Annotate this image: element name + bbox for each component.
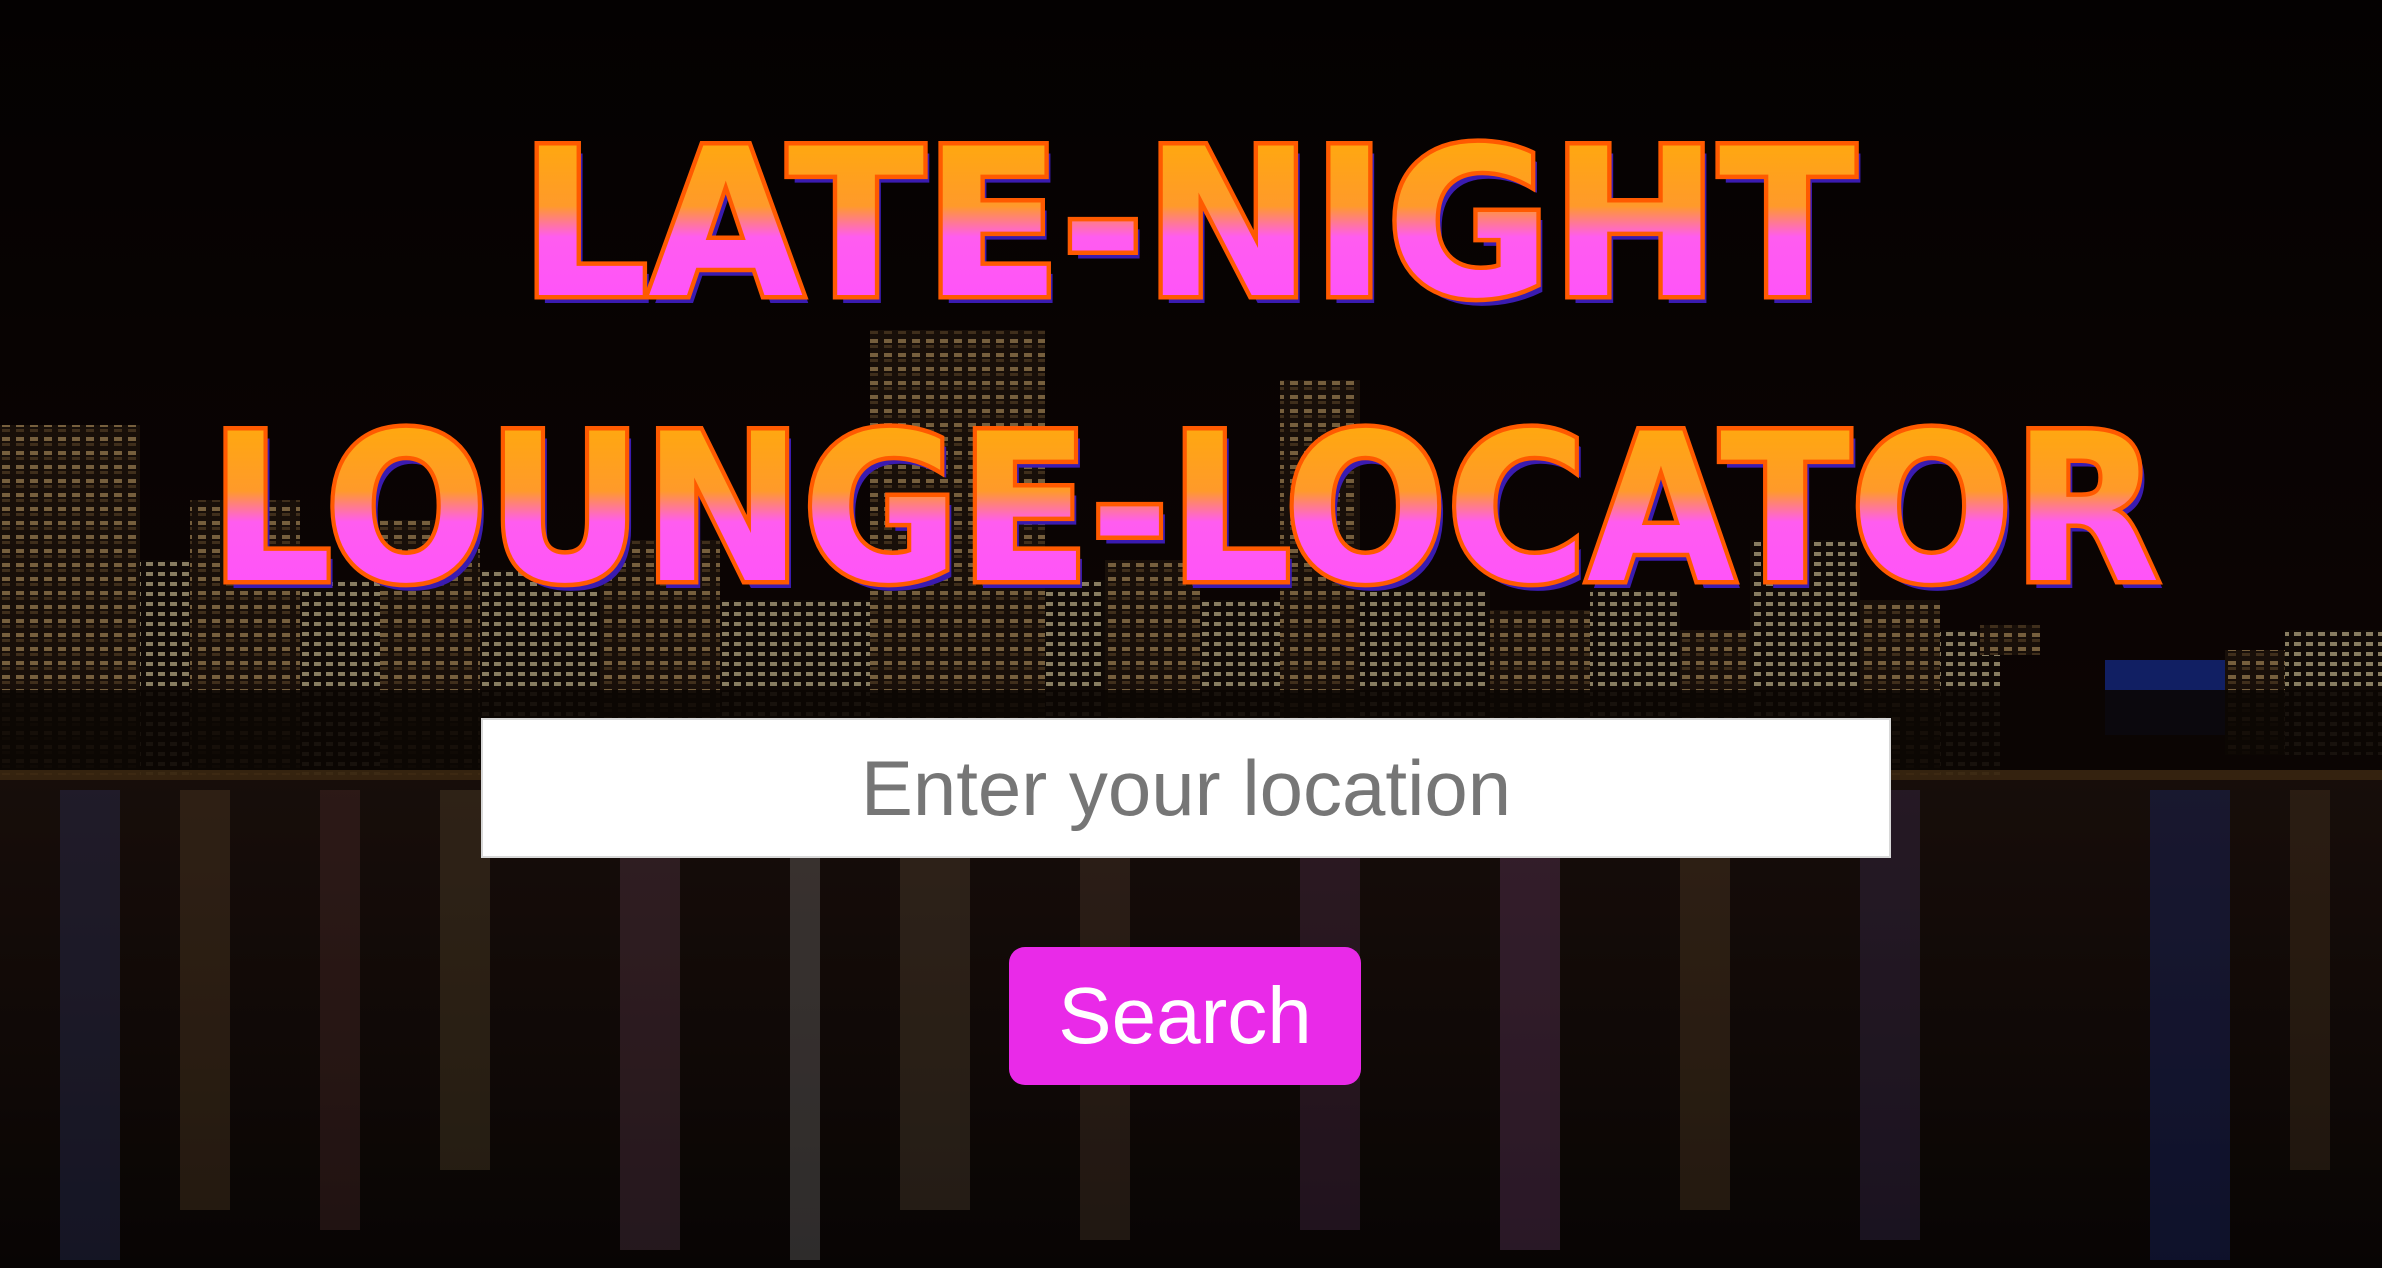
title-line1: LATE-NIGHT xyxy=(521,106,1856,344)
search-button[interactable]: Search xyxy=(1009,947,1361,1085)
page: LATE-NIGHT LATE-NIGHT LOUNGE-LOCATOR LOU… xyxy=(0,0,2382,1268)
page-title: LATE-NIGHT LATE-NIGHT LOUNGE-LOCATOR LOU… xyxy=(0,0,2382,621)
location-search-input[interactable] xyxy=(481,718,1891,858)
title-line2: LOUNGE-LOCATOR xyxy=(210,391,2160,620)
